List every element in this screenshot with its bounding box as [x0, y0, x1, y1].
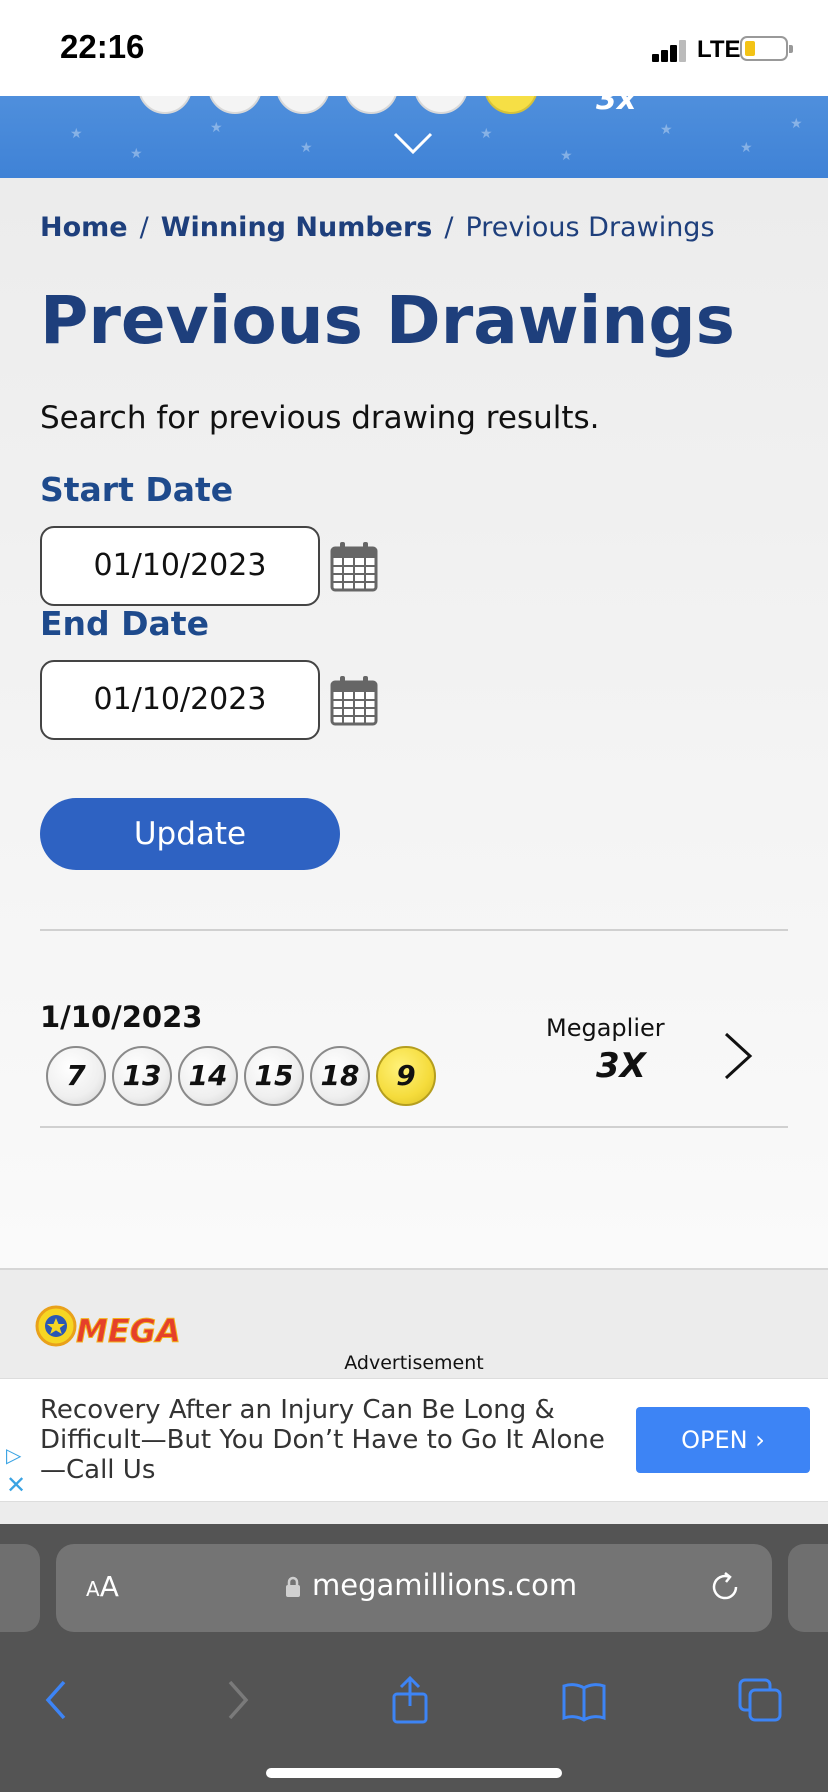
chevron-right-icon[interactable]	[720, 1030, 756, 1082]
browser-toolbar: AA megamillions.com	[0, 1524, 828, 1792]
breadcrumb-separator: /	[444, 212, 454, 243]
update-button[interactable]: Update	[40, 798, 340, 870]
forward-icon[interactable]	[212, 1676, 260, 1724]
number-ball: 15	[244, 1046, 304, 1106]
reload-icon[interactable]	[708, 1570, 742, 1604]
end-date-input[interactable]: 01/10/2023	[40, 660, 320, 740]
breadcrumb-winning-numbers[interactable]: Winning Numbers	[161, 212, 433, 243]
number-ball: 14	[178, 1046, 238, 1106]
footer: MEGA Advertisement Recovery After an Inj…	[0, 1268, 828, 1524]
chevron-down-icon[interactable]	[393, 132, 433, 156]
hero-ball	[414, 96, 468, 114]
breadcrumb: Home / Winning Numbers / Previous Drawings	[40, 212, 715, 243]
lock-icon	[286, 1576, 300, 1597]
ad-choices-icon[interactable]: ▷	[6, 1443, 28, 1469]
start-date-input[interactable]: 01/10/2023	[40, 526, 320, 606]
back-icon[interactable]	[34, 1676, 82, 1724]
page-title: Previous Drawings	[40, 282, 735, 359]
previous-tab-preview[interactable]	[0, 1544, 40, 1632]
mega-millions-logo[interactable]: MEGA	[30, 1304, 186, 1350]
end-date-label: End Date	[40, 604, 209, 643]
mega-ball: 9	[376, 1046, 436, 1106]
page-intro: Search for previous drawing results.	[40, 400, 600, 436]
home-indicator[interactable]	[266, 1768, 562, 1778]
ad-choices[interactable]: ▷ ✕	[2, 1443, 28, 1499]
status-time: 22:16	[60, 28, 145, 65]
number-ball: 7	[46, 1046, 106, 1106]
aa-small: A	[86, 1577, 100, 1601]
megaplier-value: 3X	[596, 1046, 646, 1086]
hero-ball	[276, 96, 330, 114]
advertisement-label: Advertisement	[344, 1352, 484, 1374]
ad-banner[interactable]: Recovery After an Injury Can Be Long & D…	[0, 1378, 828, 1502]
breadcrumb-current: Previous Drawings	[465, 212, 715, 243]
hero-ball	[344, 96, 398, 114]
hero-banner: ★ ★ ★ ★ ★ ★ ★ ★ ★ 3x	[0, 96, 828, 178]
hero-ball	[138, 96, 192, 114]
next-tab-preview[interactable]	[788, 1544, 828, 1632]
main-content: Home / Winning Numbers / Previous Drawings P…	[0, 178, 828, 1270]
ad-text[interactable]: Recovery After an Injury Can Be Long & D…	[40, 1395, 620, 1485]
close-icon[interactable]: ✕	[6, 1471, 28, 1499]
battery-icon	[740, 36, 793, 61]
logo-text: MEGA	[76, 1312, 181, 1350]
breadcrumb-home[interactable]: Home	[40, 212, 128, 243]
result-date: 1/10/2023	[40, 1000, 203, 1034]
hero-multiplier: 3x	[596, 96, 637, 117]
hero-megaball	[484, 96, 538, 114]
divider	[40, 1126, 788, 1128]
share-icon[interactable]	[386, 1676, 434, 1724]
breadcrumb-separator: /	[139, 212, 149, 243]
signal-icon	[652, 38, 688, 62]
address-bar[interactable]: AA megamillions.com	[56, 1544, 772, 1632]
bookmarks-icon[interactable]	[560, 1676, 608, 1724]
number-ball: 13	[112, 1046, 172, 1106]
calendar-icon[interactable]	[330, 674, 378, 726]
tabs-icon[interactable]	[736, 1676, 784, 1724]
reader-options-button[interactable]: AA	[86, 1570, 119, 1603]
number-ball: 18	[310, 1046, 370, 1106]
calendar-icon[interactable]	[330, 540, 378, 592]
divider	[40, 929, 788, 931]
network-label: LTE	[697, 36, 741, 63]
megaplier-label: Megaplier	[546, 1014, 665, 1042]
url-text: megamillions.com	[312, 1568, 578, 1602]
ad-open-button[interactable]: OPEN ›	[636, 1407, 810, 1473]
hero-ball	[208, 96, 262, 114]
start-date-label: Start Date	[40, 470, 234, 509]
aa-large: A	[99, 1570, 119, 1603]
status-bar: 22:16 LTE	[0, 0, 828, 96]
